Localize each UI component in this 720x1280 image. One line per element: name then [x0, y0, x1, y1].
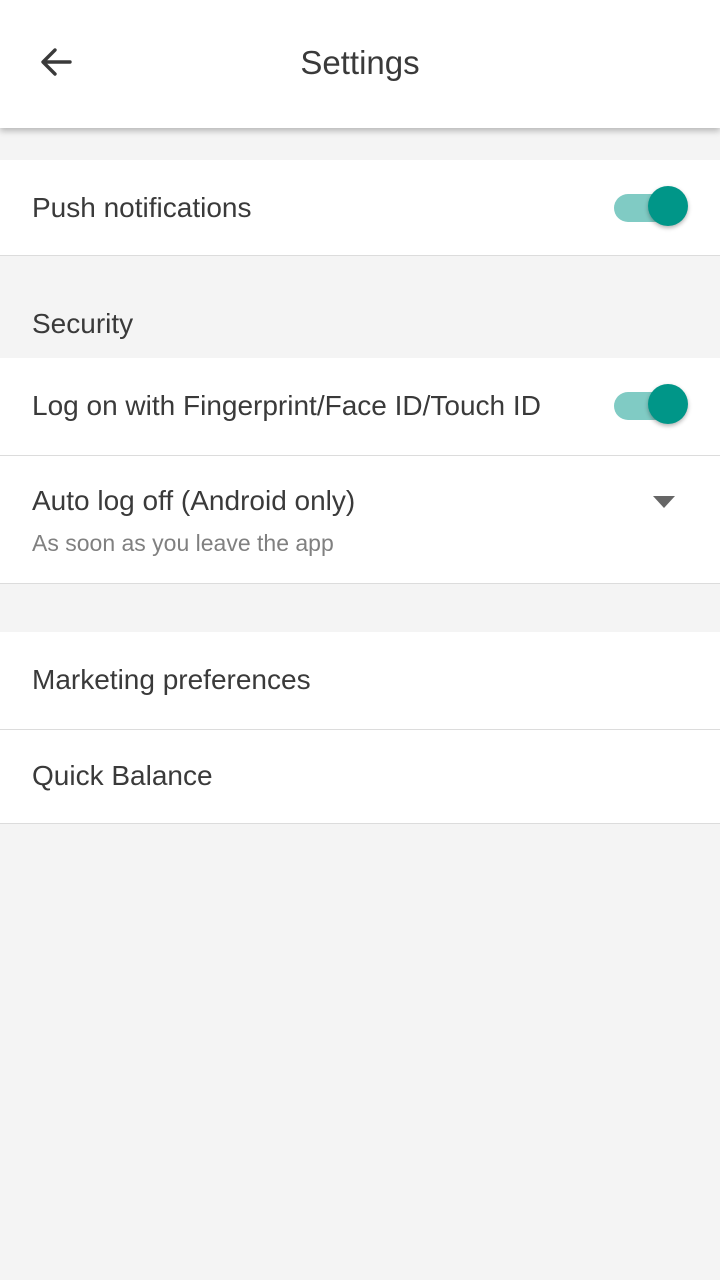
quick-balance-row[interactable]: Quick Balance [0, 730, 720, 824]
marketing-preferences-row[interactable]: Marketing preferences [0, 632, 720, 730]
push-notifications-label: Push notifications [32, 192, 252, 223]
toggle-thumb [648, 186, 688, 226]
biometric-login-toggle[interactable] [612, 384, 688, 428]
toggle-thumb [648, 384, 688, 424]
security-section-header: Security [32, 308, 134, 339]
caret-down-icon[interactable] [652, 494, 676, 510]
auto-log-off-label: Auto log off (Android only) [32, 485, 356, 516]
biometric-login-label: Log on with Fingerprint/Face ID/Touch ID [32, 390, 541, 421]
auto-log-off-row[interactable]: Auto log off (Android only) As soon as y… [0, 456, 720, 584]
auto-log-off-value: As soon as you leave the app [32, 530, 334, 556]
page-title: Settings [300, 44, 420, 81]
push-notifications-toggle[interactable] [612, 186, 688, 230]
push-notifications-row[interactable]: Push notifications [0, 160, 720, 256]
app-bar: Settings [0, 0, 720, 128]
biometric-login-row[interactable]: Log on with Fingerprint/Face ID/Touch ID [0, 358, 720, 456]
quick-balance-label: Quick Balance [32, 760, 213, 791]
marketing-preferences-label: Marketing preferences [32, 664, 311, 695]
